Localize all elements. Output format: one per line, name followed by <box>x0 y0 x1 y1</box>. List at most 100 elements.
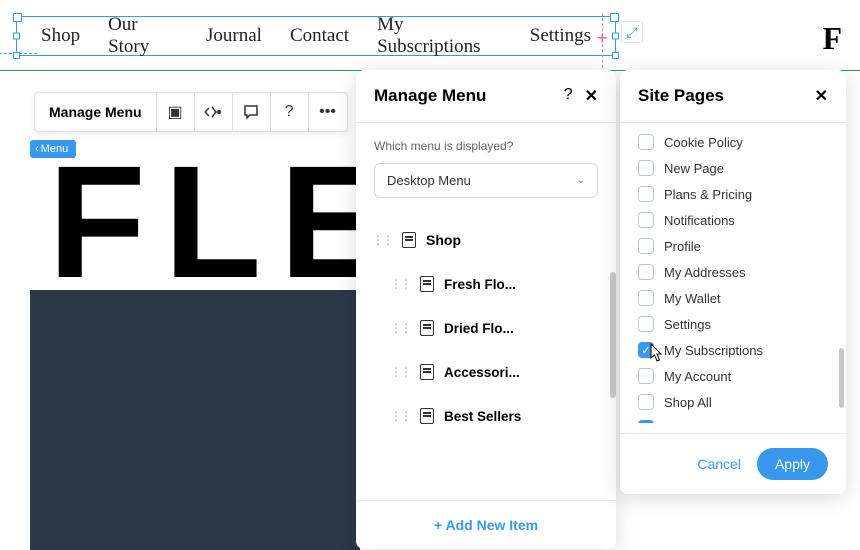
drag-handle-icon[interactable]: ⋮⋮ <box>390 409 410 423</box>
page-row-shop-all[interactable]: Shop All <box>638 389 828 415</box>
page-row-my-subscriptions[interactable]: ✓ My Subscriptions <box>638 337 828 363</box>
page-icon <box>420 364 434 380</box>
chevron-left-icon: ‹ <box>35 143 39 155</box>
drag-handle-icon[interactable]: ⋮⋮ <box>372 233 392 247</box>
menu-select-dropdown[interactable]: Desktop Menu ⌄ <box>374 163 598 198</box>
apply-button[interactable]: Apply <box>757 448 828 480</box>
menu-item-label: Best Sellers <box>444 409 521 424</box>
expand-icon[interactable]: ⤢ <box>621 21 643 43</box>
page-label: Shop All <box>664 395 712 410</box>
page-icon <box>402 232 416 248</box>
page-label: My Subscriptions <box>664 343 763 358</box>
plus-icon: + <box>597 28 608 49</box>
panel-title: Manage Menu <box>374 86 486 106</box>
checkbox[interactable] <box>638 134 654 150</box>
page-icon <box>420 320 434 336</box>
checkbox[interactable]: ✓ <box>638 420 654 423</box>
page-label: Plans & Pricing <box>664 187 752 202</box>
page-row-cookie-policy[interactable]: Cookie Policy <box>638 129 828 155</box>
nav-item-journal[interactable]: Journal <box>206 25 262 47</box>
element-toolbar: Manage Menu ▣ ? ••• <box>34 92 348 132</box>
scrollbar[interactable] <box>610 272 616 398</box>
background-section <box>30 290 360 550</box>
page-label: Cookie Policy <box>664 135 743 150</box>
cancel-button[interactable]: Cancel <box>697 456 741 472</box>
page-row-plans-pricing[interactable]: Plans & Pricing <box>638 181 828 207</box>
element-type-badge[interactable]: ‹ Menu <box>30 140 76 158</box>
page-label: My Addresses <box>664 265 746 280</box>
menu-item-label: Shop <box>426 232 461 248</box>
panel-footer: Cancel Apply <box>620 433 846 494</box>
page-row-journal[interactable]: ✓ Journal <box>638 415 828 423</box>
menu-item-label: Fresh Flo... <box>444 277 516 292</box>
menu-item-dried-flowers[interactable]: ⋮⋮ Dried Flo... <box>362 306 610 350</box>
more-icon[interactable]: ••• <box>309 93 347 131</box>
checkbox[interactable] <box>638 212 654 228</box>
page-label: My Account <box>664 369 731 384</box>
add-new-item-button[interactable]: + Add New Item <box>356 500 616 549</box>
close-icon[interactable]: ✕ <box>585 86 598 106</box>
menu-item-best-sellers[interactable]: ⋮⋮ Best Sellers <box>362 394 610 438</box>
menu-item-accessories[interactable]: ⋮⋮ Accessori... <box>362 350 610 394</box>
scrollbar[interactable] <box>839 348 844 408</box>
page-row-my-addresses[interactable]: My Addresses <box>638 259 828 285</box>
page-row-new-page[interactable]: New Page <box>638 155 828 181</box>
manage-menu-panel: Manage Menu ? ✕ Which menu is displayed?… <box>356 70 616 549</box>
page-label: Settings <box>664 317 711 332</box>
layout-icon[interactable]: ▣ <box>157 93 195 131</box>
background-text: FLE <box>48 130 404 314</box>
drag-handle-icon[interactable]: ⋮⋮ <box>390 277 410 291</box>
panel-header: Manage Menu ? ✕ <box>356 70 616 123</box>
page-row-my-account[interactable]: My Account <box>638 363 828 389</box>
comment-icon[interactable] <box>233 93 271 131</box>
page-label: Notifications <box>664 213 735 228</box>
checkbox[interactable] <box>638 316 654 332</box>
page-label: My Wallet <box>664 291 721 306</box>
panel-header: Site Pages ✕ <box>620 70 846 123</box>
dropdown-label: Which menu is displayed? <box>356 123 616 163</box>
help-icon[interactable]: ? <box>271 93 309 131</box>
checkbox[interactable] <box>638 394 654 410</box>
page-label: New Page <box>664 161 724 176</box>
animation-icon[interactable] <box>195 93 233 131</box>
close-icon[interactable]: ✕ <box>815 86 828 106</box>
dropdown-value: Desktop Menu <box>387 173 471 188</box>
menu-item-label: Dried Flo... <box>444 321 514 336</box>
site-pages-panel: Site Pages ✕ Cookie Policy New Page Plan… <box>620 70 846 494</box>
selection-handle[interactable] <box>13 52 20 59</box>
selection-handle[interactable] <box>612 52 619 59</box>
selection-handle[interactable] <box>612 33 619 40</box>
help-icon[interactable]: ? <box>564 86 573 106</box>
checkbox[interactable] <box>638 186 654 202</box>
page-row-my-wallet[interactable]: My Wallet <box>638 285 828 311</box>
nav-item-subscriptions[interactable]: My Subscriptions <box>377 14 502 58</box>
badge-label: Menu <box>41 143 69 155</box>
checkbox[interactable]: ✓ <box>638 342 654 358</box>
nav-item-contact[interactable]: Contact <box>290 25 349 47</box>
page-row-notifications[interactable]: Notifications <box>638 207 828 233</box>
nav-item-shop[interactable]: Shop <box>41 25 80 47</box>
site-nav-menu[interactable]: + Shop Our Story Journal Contact My Subs… <box>16 16 616 56</box>
menu-item-fresh-flowers[interactable]: ⋮⋮ Fresh Flo... <box>362 262 610 306</box>
page-label: Profile <box>664 239 701 254</box>
menu-items-list: ⋮⋮ Shop ⋮⋮ Fresh Flo... ⋮⋮ Dried Flo... … <box>362 218 610 548</box>
selection-handle[interactable] <box>13 33 20 40</box>
checkbox[interactable] <box>638 264 654 280</box>
checkbox[interactable] <box>638 238 654 254</box>
page-icon <box>420 276 434 292</box>
checkbox[interactable] <box>638 160 654 176</box>
drag-handle-icon[interactable]: ⋮⋮ <box>390 365 410 379</box>
page-row-profile[interactable]: Profile <box>638 233 828 259</box>
chevron-down-icon: ⌄ <box>577 175 585 186</box>
nav-item-our-story[interactable]: Our Story <box>108 14 178 58</box>
manage-menu-button[interactable]: Manage Menu <box>35 93 157 131</box>
nav-item-settings[interactable]: Settings <box>530 25 591 47</box>
drag-handle-icon[interactable]: ⋮⋮ <box>390 321 410 335</box>
menu-item-shop[interactable]: ⋮⋮ Shop <box>362 218 610 262</box>
checkbox[interactable] <box>638 368 654 384</box>
page-label: Journal <box>664 421 707 424</box>
checkbox[interactable] <box>638 290 654 306</box>
menu-item-label: Accessori... <box>444 365 520 380</box>
page-row-settings[interactable]: Settings <box>638 311 828 337</box>
site-logo: F <box>822 20 842 57</box>
